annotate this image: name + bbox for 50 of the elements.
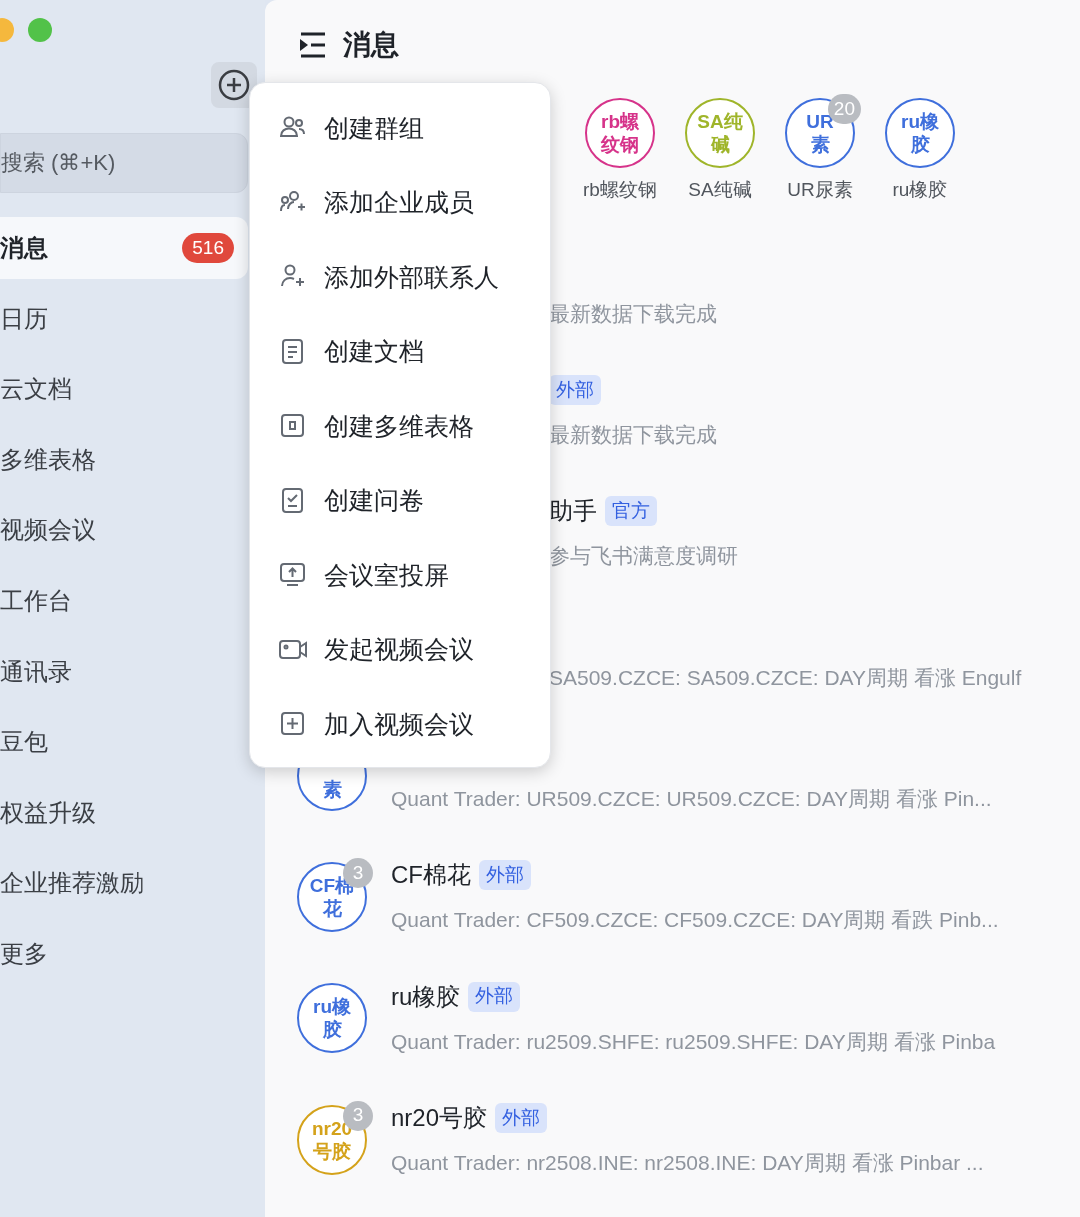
nav-item[interactable]: 企业推荐激励 xyxy=(0,852,248,915)
message-preview: 参与飞书满意度调研 xyxy=(549,543,739,570)
avatar: rb螺 纹钢 xyxy=(585,98,655,168)
search-field[interactable]: 搜索 (⌘+K) xyxy=(0,133,248,193)
nav-item[interactable]: 通讯录 xyxy=(0,640,248,703)
nav-item[interactable]: 工作台 xyxy=(0,569,248,632)
menu-item[interactable]: 创建问卷 xyxy=(250,463,550,538)
chat-tag: 外部 xyxy=(549,375,601,406)
chat-tag: 官方 xyxy=(605,496,657,527)
nav-item[interactable]: 豆包 xyxy=(0,711,248,774)
message-preview: Quant Trader: CF509.CZCE: CF509.CZCE: DAY周期 看跌 Pinb... xyxy=(391,907,1000,934)
chat-title: CF棉花 xyxy=(391,860,471,891)
nav-item[interactable]: 视频会议 xyxy=(0,499,248,562)
nav-item[interactable]: 消息 516 xyxy=(0,217,248,279)
chat-tag: 外部 xyxy=(468,981,521,1012)
channel-name: rb螺纹钢 xyxy=(583,178,657,202)
page-title: 消息 xyxy=(343,28,399,62)
avatar: ru橡 胶 xyxy=(885,98,955,168)
avatar: SA纯 碱 xyxy=(685,98,755,168)
message-preview: 最新数据下载完成 xyxy=(549,300,718,327)
channel-name: ru橡胶 xyxy=(892,178,948,202)
chat-title: nr20号胶 xyxy=(391,1102,488,1133)
message-preview: 最新数据下载完成 xyxy=(549,422,718,449)
menu-item[interactable]: 创建群组 xyxy=(250,91,550,166)
menu-item[interactable]: 添加外部联系人 xyxy=(250,240,550,315)
nav-item[interactable]: 云文档 xyxy=(0,358,248,421)
nav-item[interactable]: 日历 xyxy=(0,287,248,350)
chat-tag: 外部 xyxy=(495,1102,548,1133)
nav-item[interactable]: 权益升级 xyxy=(0,781,248,844)
menu-item[interactable]: 创建文档 xyxy=(250,314,550,389)
menu-item[interactable]: 会议室投屏 xyxy=(250,538,550,613)
channel-name: SA纯碱 xyxy=(688,178,752,202)
unread-count: 516 xyxy=(182,233,234,263)
nav-item[interactable]: 多维表格 xyxy=(0,428,248,491)
chat-title: ru橡胶 xyxy=(391,981,461,1012)
menu-item[interactable]: 添加企业成员 xyxy=(250,165,550,240)
chat-tag: 外部 xyxy=(479,860,531,891)
chat-title: 助手 xyxy=(549,496,597,527)
message-preview: Quant Trader: ru2509.SHFE: ru2509.SHFE: DAY周期 看涨 Pinba xyxy=(391,1028,997,1055)
add-button[interactable] xyxy=(211,62,257,108)
nav-item[interactable]: 更多 xyxy=(0,922,248,985)
message-preview: SA509.CZCE: SA509.CZCE: DAY周期 看涨 Engulf xyxy=(549,664,1023,691)
channel-name: UR尿素 xyxy=(787,178,853,202)
plus-circle-icon xyxy=(217,68,251,102)
avatar: ru橡 胶 xyxy=(297,983,367,1054)
menu-item[interactable]: 发起视频会议 xyxy=(250,612,550,687)
menu-collapse-icon[interactable] xyxy=(297,32,327,58)
menu-item[interactable]: 创建多维表格 xyxy=(250,389,550,464)
message-preview: Quant Trader: UR509.CZCE: UR509.CZCE: DAY周期 看涨 Pin... xyxy=(391,786,993,813)
message-preview: Quant Trader: nr2508.INE: nr2508.INE: DAY周期 看涨 Pinbar ... xyxy=(391,1149,985,1176)
